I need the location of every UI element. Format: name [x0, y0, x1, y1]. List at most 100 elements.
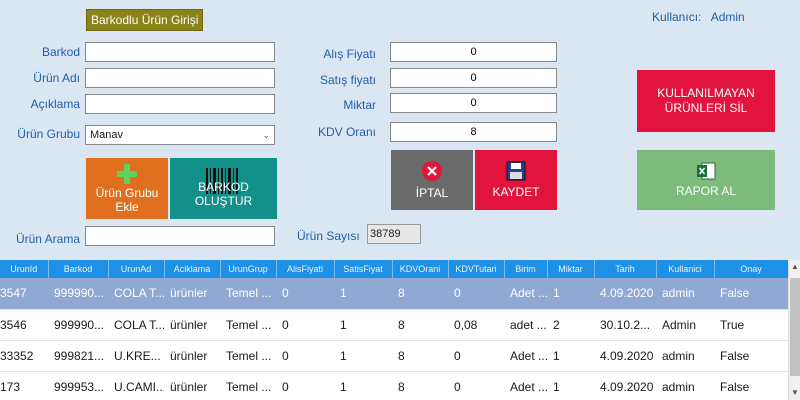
miktar-input[interactable]	[390, 93, 557, 113]
miktar-label: Miktar	[343, 98, 376, 112]
table-cell: 4.09.2020	[594, 278, 656, 310]
table-cell: True	[714, 309, 788, 341]
table-cell: admin	[656, 371, 714, 400]
column-header[interactable]: UrunId	[0, 260, 49, 278]
urun-grubu-label: Ürün Grubu	[17, 127, 80, 141]
scroll-up-icon[interactable]: ▲	[789, 260, 800, 274]
kdv-orani-label: KDV Oranı	[317, 125, 376, 139]
column-header[interactable]: UrunGrup	[220, 260, 277, 278]
scrollbar-thumb[interactable]	[790, 278, 800, 376]
rapor-al-label: RAPOR AL	[675, 184, 737, 198]
kdv-orani-input[interactable]	[390, 122, 557, 142]
chevron-down-icon: ⌄	[262, 130, 270, 140]
satis-fiyati-input[interactable]	[390, 68, 557, 88]
table-cell: 1	[547, 371, 594, 400]
table-cell: Temel ...	[220, 278, 276, 310]
aciklama-label: Açıklama	[30, 97, 80, 111]
table-cell: Temel ...	[220, 371, 276, 400]
table-cell: 0	[448, 340, 504, 372]
column-header[interactable]: Tarih	[594, 260, 657, 278]
table-cell: Adet ...	[504, 340, 547, 372]
column-header[interactable]: Kullanici	[656, 260, 715, 278]
table-cell: 999821...	[48, 340, 108, 372]
user-name: Admin	[710, 10, 745, 24]
barkod-olustur-button[interactable]: BARKOD OLUŞTUR	[170, 158, 277, 219]
user-label: Kullanıcı:	[652, 10, 702, 24]
table-cell: Admin	[656, 309, 714, 341]
table-cell: 8	[392, 371, 448, 400]
table-cell: 2	[547, 309, 594, 341]
table-cell: Temel ...	[220, 340, 276, 372]
column-header[interactable]: KDVOrani	[392, 260, 449, 278]
kaydet-button[interactable]: KAYDET	[475, 150, 557, 210]
column-header[interactable]: AlisFiyati	[276, 260, 335, 278]
table-row[interactable]: 33352 999821... U.KRE... ürünler Temel .…	[0, 340, 788, 372]
barkod-input[interactable]	[85, 42, 275, 62]
table-cell: ürünler	[164, 278, 220, 310]
column-header[interactable]: SatisFiyat	[334, 260, 393, 278]
table-scrollbar[interactable]: ▲ ▼	[788, 260, 800, 400]
table-cell: 1	[547, 340, 594, 372]
table-cell: 4.09.2020	[594, 340, 656, 372]
table-cell: 1	[334, 340, 392, 372]
table-cell: 0,08	[448, 309, 504, 341]
rapor-al-button[interactable]: RAPOR AL	[637, 150, 775, 210]
column-header[interactable]: UrunAd	[108, 260, 165, 278]
table-cell: 999990...	[48, 278, 108, 310]
barkodlu-urun-girisi-button[interactable]: Barkodlu Ürün Girişi	[86, 9, 204, 31]
column-header[interactable]: Birim	[504, 260, 548, 278]
table-header-row: UrunId Barkod UrunAd Aciklama UrunGrup A…	[0, 260, 789, 278]
table-cell: False	[714, 340, 788, 372]
iptal-label: İPTAL	[415, 186, 449, 200]
urun-adi-label: Ürün Adı	[33, 71, 80, 85]
table-row[interactable]: 3546 999990... COLA T... ürünler Temel .…	[0, 309, 788, 341]
table-cell: 4.09.2020	[594, 371, 656, 400]
column-header[interactable]: Barkod	[48, 260, 109, 278]
table-cell: 0	[448, 278, 504, 310]
urun-grubu-value: Manav	[90, 129, 124, 141]
urun-grubu-ekle-button[interactable]: Ürün Grubu Ekle	[86, 158, 168, 219]
table-cell: admin	[656, 278, 714, 310]
table-cell: Temel ...	[220, 309, 276, 341]
plus-icon	[117, 164, 137, 184]
table-cell: 0	[276, 371, 334, 400]
table-cell: Adet ...	[504, 278, 547, 310]
urun-sayisi-label: Ürün Sayısı	[297, 229, 360, 243]
urun-grubu-select[interactable]: Manav ⌄	[85, 125, 275, 145]
products-table[interactable]: UrunId Barkod UrunAd Aciklama UrunGrup A…	[0, 260, 800, 400]
aciklama-input[interactable]	[85, 94, 275, 114]
table-cell: 999990...	[48, 309, 108, 341]
barkod-label: Barkod	[41, 45, 80, 59]
table-cell: 173	[0, 371, 48, 400]
close-icon	[422, 161, 442, 181]
table-cell: 0	[276, 278, 334, 310]
table-cell: ürünler	[164, 340, 220, 372]
iptal-button[interactable]: İPTAL	[391, 150, 473, 210]
table-cell: 8	[392, 278, 448, 310]
table-cell: U.KRE...	[108, 340, 164, 372]
column-header[interactable]: Miktar	[547, 260, 595, 278]
column-header[interactable]: Aciklama	[164, 260, 221, 278]
scroll-down-icon[interactable]: ▼	[789, 386, 800, 400]
table-cell: Adet ...	[504, 371, 547, 400]
table-row[interactable]: 173 999953... U.CAMI... ürünler Temel ..…	[0, 371, 788, 400]
column-header[interactable]: Onay	[714, 260, 789, 278]
urun-adi-input[interactable]	[85, 68, 275, 88]
table-cell: 1	[334, 371, 392, 400]
table-cell: 1	[547, 278, 594, 310]
urun-arama-input[interactable]	[85, 226, 275, 246]
table-cell: 33352	[0, 340, 48, 372]
table-cell: adet ...	[504, 309, 547, 341]
user-info: Kullanıcı: Admin	[652, 10, 745, 24]
table-cell: 0	[276, 309, 334, 341]
column-header[interactable]: KDVTutari	[448, 260, 505, 278]
save-icon	[506, 161, 526, 181]
alis-fiyati-input[interactable]	[390, 42, 557, 62]
table-cell: 8	[392, 309, 448, 341]
table-row[interactable]: 3547 999990... COLA T... ürünler Temel .…	[0, 278, 788, 310]
alis-fiyati-label: Alış Fiyatı	[323, 47, 376, 61]
kullanilmayan-urunleri-sil-button[interactable]: KULLANILMAYAN ÜRÜNLERİ SİL	[637, 70, 775, 132]
satis-fiyati-label: Satış fiyatı	[319, 73, 376, 87]
table-cell: 999953...	[48, 371, 108, 400]
barkod-olustur-label: BARKOD OLUŞTUR	[194, 179, 253, 208]
